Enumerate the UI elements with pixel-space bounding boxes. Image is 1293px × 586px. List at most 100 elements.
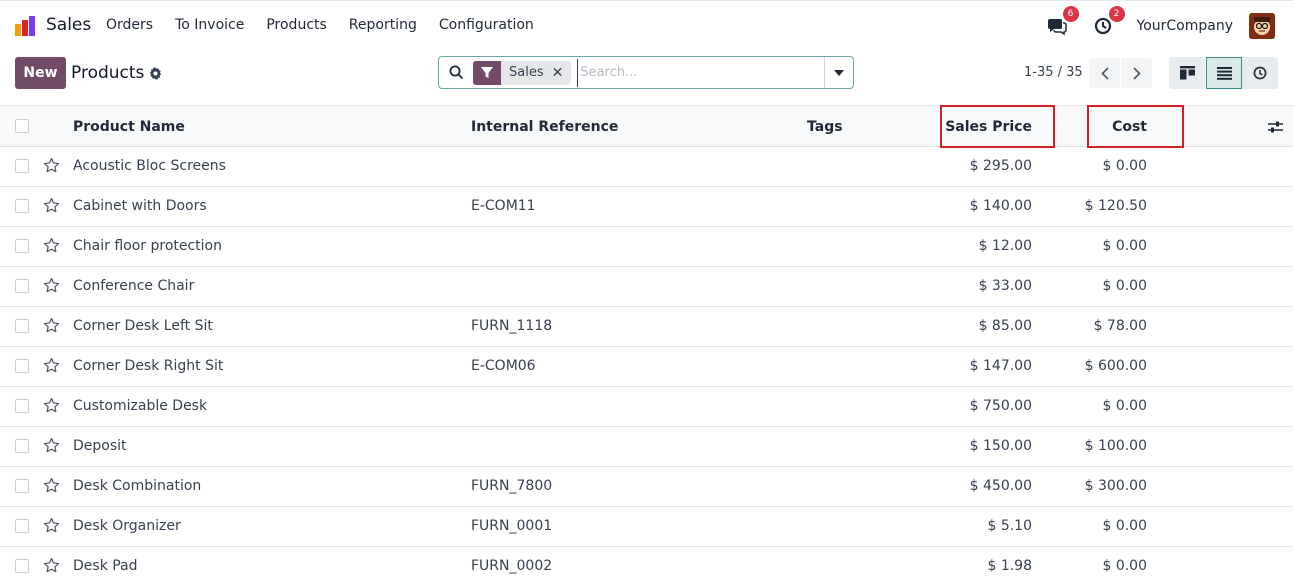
new-button[interactable]: New bbox=[15, 57, 66, 89]
search-facet: Sales ✕ bbox=[473, 60, 572, 85]
cost-cell: $ 300.00 bbox=[1084, 478, 1147, 494]
cost-cell: $ 0.00 bbox=[1102, 398, 1147, 414]
table-row[interactable]: Conference Chair $ 33.00 $ 0.00 bbox=[0, 267, 1293, 307]
product-name-cell: Conference Chair bbox=[73, 278, 195, 294]
messages-button[interactable]: 6 bbox=[1045, 6, 1079, 38]
row-checkbox[interactable] bbox=[15, 399, 29, 413]
product-name-cell: Deposit bbox=[73, 438, 127, 454]
table-row[interactable]: Desk Pad FURN_0002 $ 1.98 $ 0.00 bbox=[0, 547, 1293, 586]
table-row[interactable]: Deposit $ 150.00 $ 100.00 bbox=[0, 427, 1293, 467]
sales-price-cell: $ 12.00 bbox=[978, 238, 1032, 254]
internal-reference-cell: FURN_0001 bbox=[471, 518, 553, 534]
internal-reference-cell: FURN_0002 bbox=[471, 558, 553, 574]
search-input[interactable] bbox=[577, 58, 824, 87]
internal-reference-cell: FURN_7800 bbox=[471, 478, 553, 494]
product-name-cell: Corner Desk Right Sit bbox=[73, 358, 224, 374]
table-row[interactable]: Customizable Desk $ 750.00 $ 0.00 bbox=[0, 387, 1293, 427]
star-icon[interactable] bbox=[43, 357, 60, 374]
star-icon[interactable] bbox=[43, 517, 60, 534]
star-icon[interactable] bbox=[43, 157, 60, 174]
main-menu: Orders To Invoice Products Reporting Con… bbox=[106, 17, 556, 33]
row-checkbox[interactable] bbox=[15, 359, 29, 373]
star-icon[interactable] bbox=[43, 477, 60, 494]
activities-badge: 2 bbox=[1108, 6, 1125, 22]
pager-next-button[interactable] bbox=[1121, 58, 1152, 88]
systray: 6 2 YourCompany bbox=[1045, 6, 1275, 41]
clock-icon bbox=[1094, 17, 1111, 35]
sales-price-cell: $ 85.00 bbox=[978, 318, 1032, 334]
star-icon[interactable] bbox=[43, 437, 60, 454]
table-row[interactable]: Acoustic Bloc Screens $ 295.00 $ 0.00 bbox=[0, 147, 1293, 187]
sales-app-icon[interactable] bbox=[14, 15, 36, 37]
star-icon[interactable] bbox=[43, 237, 60, 254]
star-icon[interactable] bbox=[43, 557, 60, 574]
activities-button[interactable]: 2 bbox=[1091, 6, 1125, 38]
sales-price-cell: $ 5.10 bbox=[987, 518, 1032, 534]
star-icon[interactable] bbox=[43, 397, 60, 414]
table-row[interactable]: Corner Desk Right Sit E-COM06 $ 147.00 $… bbox=[0, 347, 1293, 387]
list-view-button[interactable] bbox=[1206, 57, 1242, 89]
row-checkbox[interactable] bbox=[15, 279, 29, 293]
user-avatar[interactable] bbox=[1249, 13, 1275, 39]
list-view-icon bbox=[1216, 66, 1232, 80]
facet-remove-icon[interactable]: ✕ bbox=[552, 65, 572, 81]
internal-reference-cell: FURN_1118 bbox=[471, 318, 553, 334]
row-checkbox[interactable] bbox=[15, 319, 29, 333]
cost-highlight-box bbox=[1087, 105, 1184, 148]
cost-cell: $ 600.00 bbox=[1084, 358, 1147, 374]
top-navbar: Sales Orders To Invoice Products Reporti… bbox=[0, 0, 1293, 50]
cost-cell: $ 0.00 bbox=[1102, 518, 1147, 534]
row-checkbox[interactable] bbox=[15, 559, 29, 573]
table-row[interactable]: Corner Desk Left Sit FURN_1118 $ 85.00 $… bbox=[0, 307, 1293, 347]
sales-price-cell: $ 1.98 bbox=[987, 558, 1032, 574]
avatar-image bbox=[1249, 13, 1275, 39]
table-row[interactable]: Chair floor protection $ 12.00 $ 0.00 bbox=[0, 227, 1293, 267]
cost-cell: $ 0.00 bbox=[1102, 238, 1147, 254]
row-checkbox[interactable] bbox=[15, 439, 29, 453]
page-title: Products bbox=[71, 63, 145, 83]
menu-item-reporting[interactable]: Reporting bbox=[349, 17, 417, 33]
star-icon[interactable] bbox=[43, 317, 60, 334]
star-icon[interactable] bbox=[43, 197, 60, 214]
row-checkbox[interactable] bbox=[15, 159, 29, 173]
search-options-toggle[interactable] bbox=[824, 57, 853, 88]
pager-value[interactable]: 1-35 / 35 bbox=[1024, 65, 1083, 80]
pager-previous-button[interactable] bbox=[1089, 58, 1120, 88]
menu-item-products[interactable]: Products bbox=[266, 17, 326, 33]
menu-item-orders[interactable]: Orders bbox=[106, 17, 153, 33]
company-switcher[interactable]: YourCompany bbox=[1137, 18, 1234, 34]
internal-reference-cell: E-COM11 bbox=[471, 198, 536, 214]
sales-price-cell: $ 750.00 bbox=[969, 398, 1032, 414]
product-name-cell: Desk Pad bbox=[73, 558, 138, 574]
table-row[interactable]: Desk Organizer FURN_0001 $ 5.10 $ 0.00 bbox=[0, 507, 1293, 547]
kanban-view-button[interactable] bbox=[1169, 57, 1205, 89]
facet-label: Sales bbox=[509, 65, 544, 80]
row-checkbox[interactable] bbox=[15, 519, 29, 533]
chat-icon bbox=[1047, 19, 1067, 35]
app-name[interactable]: Sales bbox=[46, 15, 91, 35]
messages-badge: 6 bbox=[1062, 6, 1079, 22]
table-row[interactable]: Cabinet with Doors E-COM11 $ 140.00 $ 12… bbox=[0, 187, 1293, 227]
internal-reference-cell: E-COM06 bbox=[471, 358, 536, 374]
star-icon[interactable] bbox=[43, 277, 60, 294]
gear-icon[interactable] bbox=[149, 66, 162, 80]
menu-item-configuration[interactable]: Configuration bbox=[439, 17, 534, 33]
row-checkbox[interactable] bbox=[15, 479, 29, 493]
row-checkbox[interactable] bbox=[15, 199, 29, 213]
column-header-internal-reference[interactable]: Internal Reference bbox=[471, 119, 618, 135]
product-name-cell: Acoustic Bloc Screens bbox=[73, 158, 226, 174]
menu-item-to-invoice[interactable]: To Invoice bbox=[175, 17, 244, 33]
table-row[interactable]: Desk Combination FURN_7800 $ 450.00 $ 30… bbox=[0, 467, 1293, 507]
sales-price-cell: $ 33.00 bbox=[978, 278, 1032, 294]
select-all-checkbox[interactable] bbox=[15, 119, 29, 133]
column-header-tags[interactable]: Tags bbox=[807, 119, 843, 135]
sliders-icon[interactable] bbox=[1268, 120, 1283, 134]
sales-price-highlight-box bbox=[940, 105, 1055, 148]
cost-cell: $ 0.00 bbox=[1102, 158, 1147, 174]
row-checkbox[interactable] bbox=[15, 239, 29, 253]
product-name-cell: Corner Desk Left Sit bbox=[73, 318, 213, 334]
activity-view-button[interactable] bbox=[1242, 57, 1278, 89]
column-header-product-name[interactable]: Product Name bbox=[73, 119, 185, 135]
sales-price-cell: $ 295.00 bbox=[969, 158, 1032, 174]
search-icon[interactable] bbox=[439, 57, 473, 88]
